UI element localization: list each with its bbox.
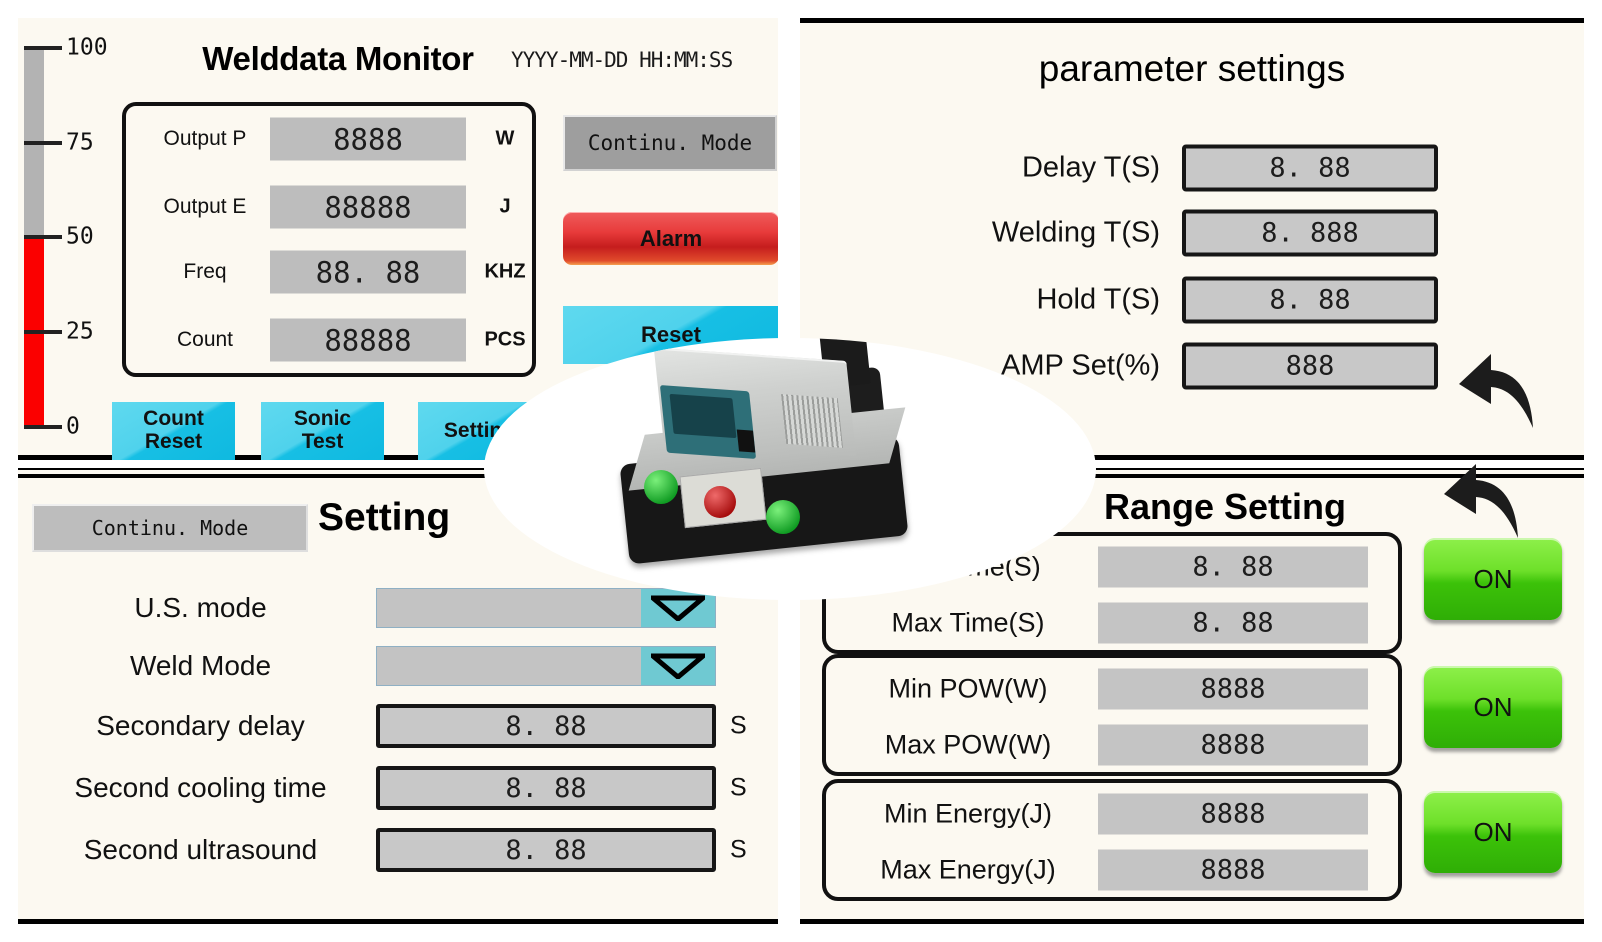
hold-time-field[interactable]: 8. 88 <box>1182 276 1438 324</box>
readout-label: Freq <box>183 260 227 283</box>
gauge-label-75: 75 <box>66 129 94 156</box>
readout-unit: W <box>495 127 515 150</box>
gauge-tick-0 <box>24 425 62 429</box>
machine-green-lamp <box>766 500 800 534</box>
secondary-delay-field[interactable]: 8. 88 <box>376 704 716 748</box>
readout-row: Output P 8888 W <box>126 110 532 168</box>
parameter-row-welding: Welding T(S) 8. 888 <box>800 208 1584 258</box>
readout-unit: J <box>499 195 511 218</box>
panel-divider-bottom <box>800 919 1584 924</box>
setting-unit: S <box>730 773 747 802</box>
alarm-button[interactable]: Alarm <box>563 212 778 265</box>
parameter-label: Delay T(S) <box>1021 151 1160 184</box>
panel-divider-bottom <box>18 919 778 924</box>
us-mode-dropdown[interactable] <box>376 588 716 628</box>
readout-label: Count <box>176 328 234 351</box>
machine-green-lamp <box>644 470 678 504</box>
chevron-down-icon[interactable] <box>641 647 715 685</box>
page-title: Welddata Monitor <box>202 40 474 77</box>
parameter-row-delay: Delay T(S) 8. 88 <box>800 143 1584 193</box>
sonic-test-button[interactable]: Sonic Test <box>261 402 384 460</box>
amp-set-field[interactable]: 888 <box>1182 342 1438 390</box>
readout-value-freq: 88. 88 <box>270 250 466 294</box>
second-ultrasound-field[interactable]: 8. 88 <box>376 828 716 872</box>
gauge-label-0: 0 <box>66 413 80 440</box>
gauge-label-50: 50 <box>66 223 94 250</box>
gauge-tick-25 <box>24 330 62 334</box>
setting-row-weld-mode: Weld Mode <box>18 638 778 694</box>
machine-red-lamp <box>704 486 736 518</box>
range-label: Max POW(W) <box>884 729 1052 759</box>
back-arrow-icon[interactable] <box>1440 462 1522 542</box>
back-arrow-icon[interactable] <box>1455 352 1537 432</box>
readout-row: Freq 88. 88 KHZ <box>126 243 532 301</box>
readout-value-output-p: 8888 <box>270 117 466 161</box>
range-row: Min Energy(J) 8888 <box>826 785 1398 842</box>
setting-row-second-ultrasound: Second ultrasound 8. 88 S <box>18 822 778 878</box>
range-label: Min POW(W) <box>888 673 1048 703</box>
setting-unit: S <box>730 711 747 740</box>
setting-label: Weld Mode <box>129 650 272 681</box>
readout-label: Output E <box>163 195 247 218</box>
range-label: Max Energy(J) <box>880 854 1056 884</box>
max-energy-field[interactable]: 8888 <box>1098 849 1368 890</box>
energy-range-toggle-button[interactable]: ON <box>1424 791 1562 873</box>
gauge-tick-75 <box>24 141 62 145</box>
panel-divider-top <box>800 18 1584 23</box>
amplitude-gauge: 100 75 50 25 0 <box>24 32 124 440</box>
min-time-field[interactable]: 8. 88 <box>1098 546 1368 587</box>
range-row: Max Energy(J) 8888 <box>826 841 1398 898</box>
setting-label: Second cooling time <box>74 772 327 803</box>
range-row: Max Time(S) 8. 88 <box>826 594 1398 651</box>
machine-vents <box>781 394 843 448</box>
count-reset-button[interactable]: Count Reset <box>112 402 235 460</box>
range-label: Min Energy(J) <box>883 798 1053 828</box>
delay-time-field[interactable]: 8. 88 <box>1182 144 1438 192</box>
parameter-row-hold: Hold T(S) 8. 88 <box>800 275 1584 325</box>
readout-row: Count 88888 PCS <box>126 311 532 369</box>
setting-unit: S <box>730 835 747 864</box>
welding-time-field[interactable]: 8. 888 <box>1182 209 1438 257</box>
second-cooling-time-field[interactable]: 8. 88 <box>376 766 716 810</box>
continuous-mode-indicator[interactable]: Continu. Mode <box>32 504 308 552</box>
weld-mode-dropdown[interactable] <box>376 646 716 686</box>
readout-label: Output P <box>163 127 247 150</box>
machine-screen <box>669 393 737 439</box>
range-group-energy: Min Energy(J) 8888 Max Energy(J) 8888 <box>822 779 1402 901</box>
readout-unit: KHZ <box>484 260 526 283</box>
continuous-mode-indicator[interactable]: Continu. Mode <box>563 115 777 171</box>
app-root: 100 75 50 25 0 Welddata Monitor YYYY-MM-… <box>0 0 1602 942</box>
range-row: Min POW(W) 8888 <box>826 660 1398 717</box>
min-energy-field[interactable]: 8888 <box>1098 793 1368 834</box>
setting-label: Second ultrasound <box>83 834 318 865</box>
gauge-tick-50 <box>24 235 62 239</box>
time-range-toggle-button[interactable]: ON <box>1424 538 1562 620</box>
range-row: Max POW(W) 8888 <box>826 716 1398 773</box>
setting-label: U.S. mode <box>134 592 267 623</box>
readout-value-output-e: 88888 <box>270 185 466 229</box>
parameter-settings-title: parameter settings <box>1038 48 1346 89</box>
gauge-label-100: 100 <box>66 34 108 61</box>
readout-value-count: 88888 <box>270 318 466 362</box>
setting-row-secondary-delay: Secondary delay 8. 88 S <box>18 698 778 754</box>
range-group-power: Min POW(W) 8888 Max POW(W) 8888 <box>822 654 1402 776</box>
max-power-field[interactable]: 8888 <box>1098 724 1368 765</box>
readout-row: Output E 88888 J <box>126 178 532 236</box>
parameter-label: Welding T(S) <box>991 216 1160 249</box>
max-time-field[interactable]: 8. 88 <box>1098 602 1368 643</box>
setting-panel-title: Setting <box>318 496 451 539</box>
gauge-label-25: 25 <box>66 318 94 345</box>
setting-row-second-cooling-time: Second cooling time 8. 88 S <box>18 760 778 816</box>
datetime-display: YYYY-MM-DD HH:MM:SS <box>511 48 733 72</box>
parameter-label: Hold T(S) <box>1036 283 1160 316</box>
machine-photo-overlay <box>484 338 1096 600</box>
power-range-toggle-button[interactable]: ON <box>1424 666 1562 748</box>
gauge-tick-100 <box>24 46 62 50</box>
setting-label: Secondary delay <box>96 710 305 741</box>
machine-switch <box>736 429 756 453</box>
readout-unit: PCS <box>484 328 526 351</box>
range-label: Max Time(S) <box>891 607 1045 637</box>
readout-card: Output P 8888 W Output E 88888 J Freq 88… <box>122 102 536 377</box>
min-power-field[interactable]: 8888 <box>1098 668 1368 709</box>
